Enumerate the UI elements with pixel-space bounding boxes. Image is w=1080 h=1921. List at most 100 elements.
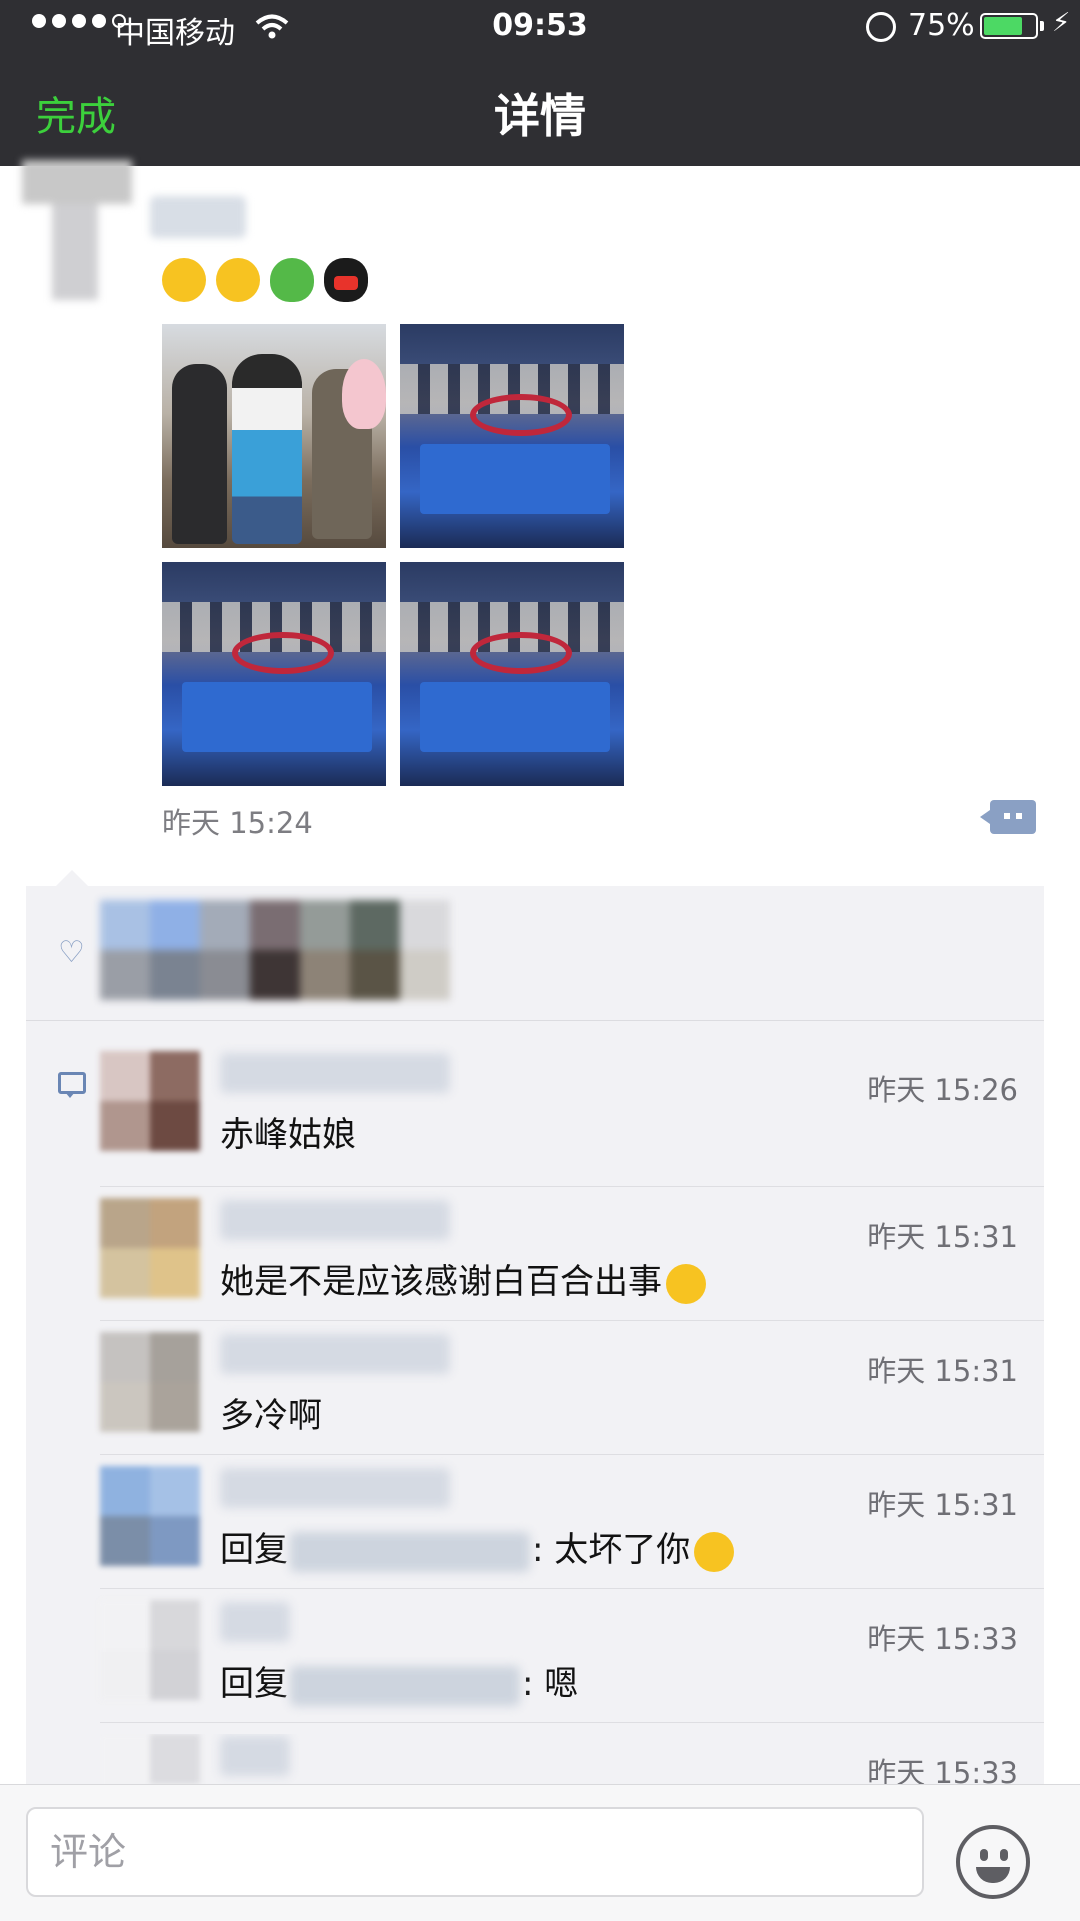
comment-divider [100, 1186, 1044, 1187]
smirk-emoji-icon [694, 1531, 735, 1572]
avatar-tile [150, 1650, 200, 1700]
charging-icon: ⚡ [1052, 8, 1071, 38]
comment-text: 回复: 嗯 [220, 1664, 579, 1706]
like-avatar-tile [250, 950, 300, 1000]
avatar-tile [150, 1248, 200, 1298]
avatar-tile [100, 1600, 150, 1650]
like-avatar-tile [100, 950, 150, 1000]
avatar-tile [100, 1516, 150, 1566]
comment-item[interactable]: 昨天 15:33 [100, 1734, 1044, 1786]
comment-item[interactable]: 昨天 15:31 她是不是应该感谢白百合出事 [100, 1198, 1044, 1318]
like-avatar-tile [150, 900, 200, 950]
frog-emoji-icon [270, 258, 314, 302]
avatar-tile [100, 1248, 150, 1298]
avatar-tile [100, 1466, 150, 1516]
author-name[interactable] [150, 196, 246, 238]
comment-input[interactable] [26, 1807, 924, 1897]
post-timestamp: 昨天 15:24 [162, 806, 313, 840]
likes-avatars[interactable] [100, 900, 450, 1000]
like-avatar-tile [350, 900, 400, 950]
reply-target-name[interactable] [290, 1531, 530, 1572]
avatar-tile [150, 1600, 200, 1650]
battery-tip [1040, 21, 1044, 31]
comment-text: 多冷啊 [220, 1396, 322, 1436]
comment-menu-button[interactable] [980, 800, 1036, 834]
commenter-name[interactable] [220, 1468, 450, 1508]
page-title: 详情 [494, 89, 586, 143]
photo-grid [162, 324, 624, 786]
commenter-avatar[interactable] [100, 1051, 200, 1151]
avatar-tile [150, 1734, 200, 1784]
like-avatar-tile [350, 950, 400, 1000]
author-avatar[interactable] [22, 160, 132, 300]
avatar-tile [100, 1101, 150, 1151]
post-text-emojis [162, 258, 368, 302]
likes-comments-panel: ♡ 昨天 15:26 赤峰姑娘 昨天 15:31 她是不是应该感谢白百合出事 昨… [26, 886, 1044, 1786]
emoji-picker-icon[interactable] [956, 1825, 1030, 1899]
commenter-name[interactable] [220, 1200, 450, 1240]
photo-1[interactable] [162, 324, 386, 548]
avatar-tile [150, 1466, 200, 1516]
comment-item[interactable]: 昨天 15:33 回复: 嗯 [100, 1600, 1044, 1720]
heart-icon: ♡ [58, 935, 85, 970]
avatar-tile [100, 1650, 150, 1700]
comment-time: 昨天 15:33 [867, 1756, 1018, 1786]
reply-prefix: 回复 [220, 1530, 288, 1570]
heart-eyes-emoji-icon [216, 258, 260, 302]
comment-time: 昨天 15:33 [867, 1622, 1018, 1656]
avatar-tile [150, 1382, 200, 1432]
photo-3[interactable] [162, 562, 386, 786]
comment-time: 昨天 15:26 [867, 1073, 1018, 1107]
battery-level [984, 17, 1022, 35]
wink-emoji-icon [162, 258, 206, 302]
avatar-tile [150, 1051, 200, 1101]
comment-divider [100, 1454, 1044, 1455]
comment-item[interactable]: 昨天 15:31 回复: 太坏了你 [100, 1466, 1044, 1586]
comment-text: 回复: 太坏了你 [220, 1522, 735, 1572]
avatar-tile [100, 1198, 150, 1248]
avatar-tile [100, 1051, 150, 1101]
commenter-avatar[interactable] [100, 1332, 200, 1432]
like-avatar-tile [200, 900, 250, 950]
comment-item[interactable]: 昨天 15:31 多冷啊 [100, 1332, 1044, 1452]
status-bar: 中国移动 09:53 75% ⚡ [0, 0, 1080, 55]
comment-bubble-icon [58, 1072, 86, 1098]
laughing-crying-emoji-icon [666, 1263, 706, 1304]
avatar-tile [150, 1516, 200, 1566]
comment-divider [100, 1588, 1044, 1589]
commenter-avatar[interactable] [100, 1466, 200, 1566]
like-avatar-tile [300, 950, 350, 1000]
rotation-lock-icon [866, 12, 896, 42]
commenter-avatar[interactable] [100, 1198, 200, 1298]
comment-time: 昨天 15:31 [867, 1220, 1018, 1254]
panel-arrow [56, 870, 88, 886]
comment-item[interactable]: 昨天 15:26 赤峰姑娘 [100, 1051, 1044, 1171]
commenter-avatar[interactable] [100, 1600, 200, 1700]
top-bar: 中国移动 09:53 75% ⚡ 完成 详情 [0, 0, 1080, 166]
commenter-name[interactable] [220, 1053, 450, 1093]
comment-input-bar [0, 1784, 1080, 1921]
commenter-name[interactable] [220, 1736, 290, 1776]
divider [26, 1020, 1044, 1021]
comment-time: 昨天 15:31 [867, 1354, 1018, 1388]
commenter-name[interactable] [220, 1334, 450, 1374]
avatar-tile [100, 1332, 150, 1382]
comment-time: 昨天 15:31 [867, 1488, 1018, 1522]
avatar-tile [100, 1734, 150, 1784]
like-avatar-tile [150, 950, 200, 1000]
comment-text: 赤峰姑娘 [220, 1115, 356, 1155]
reply-target-name[interactable] [290, 1665, 520, 1706]
qq-penguin-emoji-icon [324, 258, 368, 302]
like-avatar-tile [400, 900, 450, 950]
photo-4[interactable] [400, 562, 624, 786]
comment-divider [100, 1722, 1044, 1723]
reply-prefix: 回复 [220, 1664, 288, 1704]
commenter-avatar[interactable] [100, 1734, 200, 1786]
commenter-name[interactable] [220, 1602, 290, 1642]
like-avatar-tile [300, 900, 350, 950]
like-avatar-tile [400, 950, 450, 1000]
photo-2[interactable] [400, 324, 624, 548]
like-avatar-tile [100, 900, 150, 950]
comment-divider [100, 1320, 1044, 1321]
battery-percentage: 75% [908, 8, 975, 43]
